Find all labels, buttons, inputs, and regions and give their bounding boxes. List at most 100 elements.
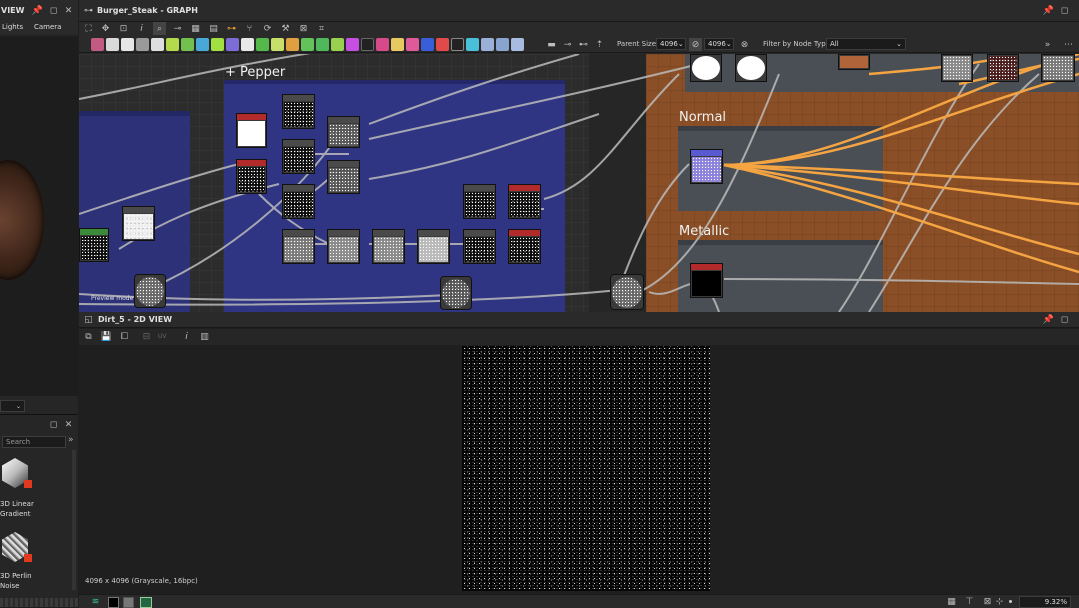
pin-icon[interactable]: 📌 bbox=[1042, 4, 1055, 17]
library-search-input[interactable]: Search bbox=[2, 436, 66, 448]
gradient-node-icon[interactable] bbox=[181, 38, 194, 51]
metallic-output-node[interactable] bbox=[690, 263, 723, 298]
graph-node[interactable] bbox=[282, 229, 315, 264]
graph-node[interactable] bbox=[282, 139, 315, 174]
warp-node-icon[interactable] bbox=[196, 38, 209, 51]
copy-icon[interactable]: ⧉ bbox=[82, 330, 95, 343]
pixel-node-icon[interactable] bbox=[451, 38, 464, 51]
graph-node[interactable] bbox=[463, 229, 496, 264]
comment-icon[interactable]: ▬ bbox=[545, 38, 558, 51]
pin-icon[interactable]: 📌 bbox=[31, 4, 44, 17]
chevron-right-icon[interactable]: » bbox=[1041, 38, 1054, 51]
graph-node[interactable] bbox=[134, 274, 166, 308]
graph-node[interactable] bbox=[327, 229, 360, 264]
fill-node-icon[interactable] bbox=[436, 38, 449, 51]
graph-node[interactable] bbox=[987, 54, 1019, 82]
graph-node[interactable] bbox=[327, 160, 360, 194]
sharpen-node-icon[interactable] bbox=[301, 38, 314, 51]
graph-node[interactable] bbox=[236, 113, 267, 148]
svg-node-icon[interactable] bbox=[106, 38, 119, 51]
parent-size-dropdown[interactable]: 4096 ⌄ bbox=[656, 38, 686, 50]
grid-icon[interactable]: ▦ bbox=[945, 595, 958, 608]
graph-node[interactable] bbox=[1041, 54, 1075, 82]
emboss-node-icon[interactable] bbox=[271, 38, 284, 51]
normal-node-icon[interactable] bbox=[256, 38, 269, 51]
branch-icon[interactable]: ⑂ bbox=[243, 22, 256, 35]
color-map-icon[interactable] bbox=[346, 38, 359, 51]
hsl-node-icon[interactable] bbox=[226, 38, 239, 51]
graph-node[interactable] bbox=[282, 184, 315, 219]
chevron-right-icon[interactable]: » bbox=[68, 435, 74, 445]
frame-all-icon[interactable]: ⛶ bbox=[82, 22, 95, 35]
search-icon[interactable]: ⌕ bbox=[153, 22, 166, 35]
distance-node-icon[interactable] bbox=[376, 38, 389, 51]
fxmap-node-icon[interactable] bbox=[466, 38, 479, 51]
text-node-icon[interactable] bbox=[406, 38, 419, 51]
histogram-icon[interactable]: ▥ bbox=[198, 330, 211, 343]
levels-node-icon[interactable] bbox=[241, 38, 254, 51]
export-icon[interactable]: ⊠ bbox=[297, 22, 310, 35]
save-icon[interactable]: 💾 bbox=[100, 330, 113, 343]
grayscale-icon[interactable] bbox=[361, 38, 374, 51]
graph-node[interactable] bbox=[282, 94, 315, 129]
pin-icon[interactable]: 📌 bbox=[1042, 313, 1055, 326]
3d-viewport[interactable] bbox=[0, 36, 78, 396]
uv-toggle[interactable]: UV bbox=[158, 333, 167, 340]
output-node-icon[interactable] bbox=[511, 38, 524, 51]
graph-node[interactable] bbox=[838, 54, 870, 70]
texture-preview[interactable] bbox=[462, 346, 710, 591]
graph-node[interactable] bbox=[417, 229, 450, 264]
camera-icon[interactable]: ⊡ bbox=[117, 22, 130, 35]
graph-node[interactable] bbox=[327, 116, 360, 148]
graph-node[interactable] bbox=[610, 274, 644, 310]
rotate-icon[interactable]: ⟳ bbox=[261, 22, 274, 35]
graph-node[interactable] bbox=[463, 184, 496, 219]
bitmap-node-icon[interactable] bbox=[91, 38, 104, 51]
maximize-icon[interactable]: ◻ bbox=[47, 418, 60, 431]
tiling-icon[interactable]: ⊤ bbox=[963, 595, 976, 608]
graph-node[interactable] bbox=[508, 229, 541, 264]
arrow-up-icon[interactable]: ⇡ bbox=[593, 38, 606, 51]
pin-node-icon[interactable]: ⊸ bbox=[561, 38, 574, 51]
size-dropdown[interactable]: 4096 ⌄ bbox=[704, 38, 734, 50]
black-swatch-icon[interactable] bbox=[108, 597, 119, 608]
transform-node-icon[interactable] bbox=[151, 38, 164, 51]
layout-icon[interactable]: ▦ bbox=[189, 22, 202, 35]
frame-icon[interactable]: ⊷ bbox=[577, 38, 590, 51]
list-icon[interactable]: ▤ bbox=[207, 22, 220, 35]
graph-node[interactable] bbox=[122, 206, 155, 241]
mask-node-icon[interactable] bbox=[316, 38, 329, 51]
blend-node-icon[interactable] bbox=[136, 38, 149, 51]
move-icon[interactable]: ✥ bbox=[99, 22, 112, 35]
graph-node[interactable] bbox=[236, 159, 267, 194]
passthrough-node-icon[interactable] bbox=[481, 38, 494, 51]
graph-node[interactable] bbox=[690, 54, 722, 82]
graph-node[interactable] bbox=[941, 54, 973, 82]
switch-node-icon[interactable] bbox=[496, 38, 509, 51]
grid-snap-icon[interactable]: ⌗ bbox=[315, 22, 328, 35]
tab-lights[interactable]: Lights bbox=[2, 23, 23, 31]
graph-node[interactable] bbox=[735, 54, 767, 82]
close-icon[interactable]: ✕ bbox=[62, 418, 75, 431]
fx-node-icon[interactable] bbox=[211, 38, 224, 51]
filter-dropdown[interactable]: All ⌄ bbox=[826, 38, 906, 50]
zoom-field[interactable]: 9.32% bbox=[1019, 596, 1071, 608]
graph-node[interactable] bbox=[79, 228, 109, 262]
gradient-map-icon[interactable] bbox=[331, 38, 344, 51]
checker-icon[interactable] bbox=[123, 597, 134, 608]
image-view-icon[interactable] bbox=[140, 597, 152, 608]
library-item[interactable]: 3D Perlin Noise bbox=[0, 528, 70, 594]
frame-node-icon[interactable] bbox=[421, 38, 434, 51]
channels-icon[interactable]: ⊟ bbox=[140, 330, 153, 343]
triangle-node-icon[interactable] bbox=[391, 38, 404, 51]
graph-node[interactable] bbox=[508, 184, 541, 219]
library-item[interactable]: 3D Linear Gradient bbox=[0, 454, 70, 520]
layers-icon[interactable]: ≋ bbox=[89, 595, 102, 608]
link-icon[interactable]: ⊸ bbox=[171, 22, 184, 35]
maximize-icon[interactable]: ◻ bbox=[1058, 4, 1071, 17]
link-size-icon[interactable]: ⊘ bbox=[689, 38, 702, 51]
more-icon[interactable]: ⋯ bbox=[1062, 38, 1075, 51]
crosshair-icon[interactable]: ⊹ bbox=[993, 595, 1006, 608]
graph-canvas[interactable]: + Pepper Normal Metallic Preview mode bbox=[79, 54, 1079, 312]
uniform-color-icon[interactable] bbox=[121, 38, 134, 51]
